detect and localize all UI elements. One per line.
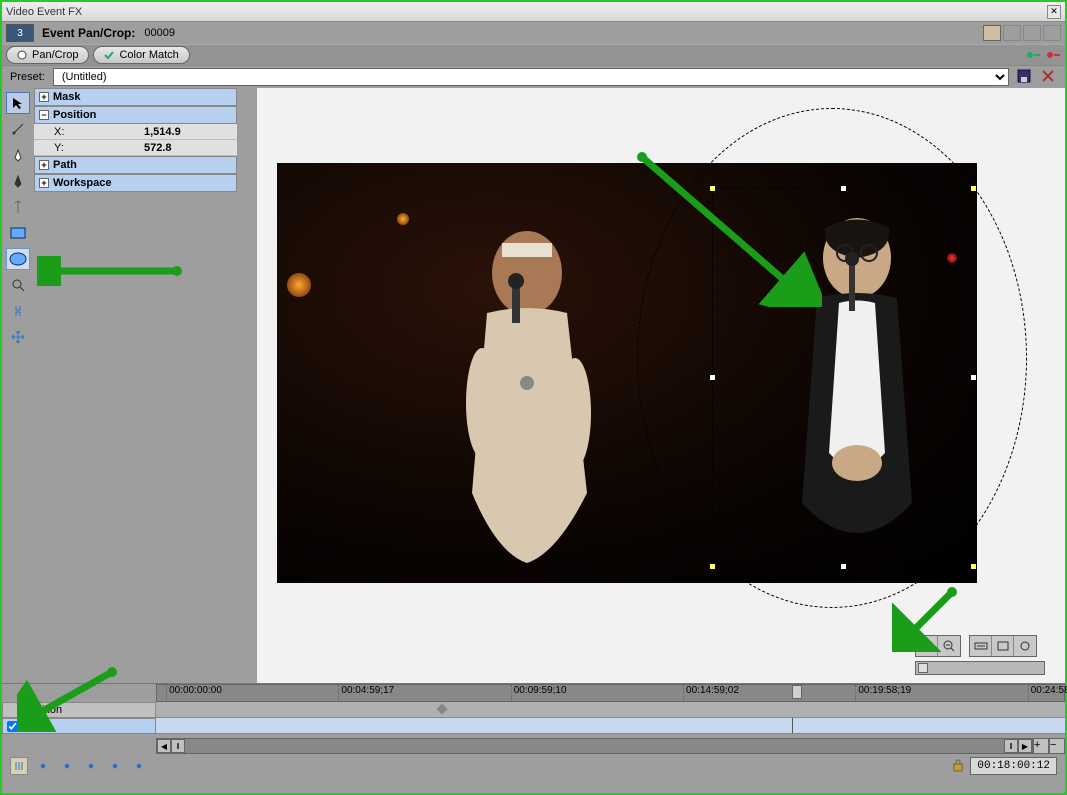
preset-label: Preset: [10, 71, 45, 83]
keyframe-icon[interactable] [436, 703, 447, 714]
split-tool[interactable] [6, 196, 30, 218]
position-track[interactable] [156, 702, 1065, 718]
chain-add-icon[interactable] [1025, 47, 1041, 63]
delete-preset-icon[interactable] [1041, 69, 1057, 85]
scroll-left-button[interactable]: ◀ [157, 739, 171, 753]
track-mask-checkbox[interactable] [7, 721, 18, 732]
timeline-nav: 00:18:00:12 [2, 754, 1065, 778]
prop-y-row[interactable]: Y:572.8 [34, 140, 237, 156]
prev-keyframe-button[interactable] [58, 757, 76, 775]
fit-both-button[interactable] [992, 636, 1014, 656]
main-area: +Mask −Position X:1,514.9 Y:572.8 +Path … [2, 88, 1065, 683]
fit-group [969, 635, 1037, 657]
ruler-tick: 00:00:00:00 [166, 685, 222, 701]
sync-cursor-button[interactable] [10, 757, 28, 775]
timeline-scrollbar: ◀ ‖ ‖ ▶ + − [2, 738, 1065, 754]
titlebar[interactable]: Video Event FX ✕ [2, 2, 1065, 22]
ruler-tick: 00:19:58;19 [855, 685, 911, 701]
zoom-plus-button[interactable]: + [1033, 738, 1049, 754]
scroll-right-button[interactable]: ▶ [1018, 739, 1032, 753]
last-keyframe-button[interactable] [130, 757, 148, 775]
zoom-minus-button[interactable]: − [1049, 738, 1065, 754]
properties-panel: +Mask −Position X:1,514.9 Y:572.8 +Path … [34, 88, 237, 683]
performer-left [417, 213, 637, 573]
pointer-tool[interactable] [6, 92, 30, 114]
fx-chain-row: Pan/Crop Color Match [2, 44, 1065, 66]
zoom-slider[interactable] [915, 661, 1045, 675]
chain-pan-crop[interactable]: Pan/Crop [6, 46, 89, 64]
prop-workspace-header[interactable]: +Workspace [34, 174, 237, 192]
next-keyframe-button[interactable] [106, 757, 124, 775]
event-number-box[interactable]: 3 [6, 24, 34, 42]
header-title: Event Pan/Crop: [42, 26, 135, 40]
snap-tool[interactable] [6, 300, 30, 322]
prop-mask-header[interactable]: +Mask [34, 88, 237, 106]
view-mode-3[interactable] [1023, 25, 1041, 41]
tool-column [2, 88, 34, 683]
ruler-tick: 00:04:59;17 [338, 685, 394, 701]
scroll-left2-button[interactable]: ‖ [171, 739, 185, 753]
video-frame [277, 163, 977, 583]
timeline-ruler[interactable]: 00:00:00:00 00:04:59;17 00:09:59;10 00:1… [156, 684, 1065, 702]
scroll-right2-button[interactable]: ‖ [1004, 739, 1018, 753]
track-position[interactable]: Position [2, 702, 156, 718]
chain-color-match-label: Color Match [119, 49, 178, 61]
view-mode-2[interactable] [1003, 25, 1021, 41]
timecode-display[interactable]: 00:18:00:12 [970, 757, 1057, 775]
track-mask[interactable]: Mask [2, 718, 156, 734]
zoom-slider-thumb[interactable] [918, 663, 928, 673]
header-bar: 3 Event Pan/Crop: 00009 [2, 22, 1065, 44]
move-tool[interactable] [6, 326, 30, 348]
first-keyframe-button[interactable] [34, 757, 52, 775]
preset-row: Preset: (Untitled) [2, 66, 1065, 88]
canvas-area[interactable] [237, 88, 1065, 683]
stage-light [397, 213, 409, 225]
fit-full-button[interactable] [1014, 636, 1036, 656]
zoom-group [915, 635, 961, 657]
fit-width-button[interactable] [970, 636, 992, 656]
lock-icon[interactable] [952, 758, 964, 775]
canvas-background [257, 88, 1065, 683]
close-icon[interactable]: ✕ [1047, 5, 1061, 19]
chain-color-match[interactable]: Color Match [93, 46, 189, 64]
chain-remove-icon[interactable] [1045, 47, 1061, 63]
timeline-panel: 00:00:00:00 00:04:59;17 00:09:59;10 00:1… [2, 683, 1065, 793]
canvas-tools [915, 635, 1045, 675]
rectangle-mask-tool[interactable] [6, 222, 30, 244]
add-keyframe-button[interactable] [82, 757, 100, 775]
cursor-line [792, 718, 793, 733]
mask-track[interactable] [156, 718, 1065, 734]
ruler-tick: 00:14:59;02 [683, 685, 739, 701]
prop-x-row[interactable]: X:1,514.9 [34, 124, 237, 140]
view-mode-1[interactable] [983, 25, 1001, 41]
preset-select[interactable]: (Untitled) [53, 68, 1009, 86]
anchor-tool[interactable] [6, 118, 30, 140]
stage-light [287, 273, 311, 297]
video-event-fx-window: Video Event FX ✕ 3 Event Pan/Crop: 00009… [0, 0, 1067, 795]
pen-remove-tool[interactable] [6, 170, 30, 192]
performer-right [757, 203, 957, 573]
save-preset-icon[interactable] [1017, 69, 1033, 85]
zoom-in-button[interactable] [916, 636, 938, 656]
prop-position-header[interactable]: −Position [34, 106, 237, 124]
zoom-out-button[interactable] [938, 636, 960, 656]
chain-pan-crop-label: Pan/Crop [32, 49, 78, 61]
window-title: Video Event FX [6, 6, 82, 18]
ruler-tick: 00:24:58;12 [1028, 685, 1067, 701]
event-id: 00009 [141, 27, 175, 39]
oval-mask-tool[interactable] [6, 248, 30, 270]
ruler-tick: 00:09:59;10 [511, 685, 567, 701]
timeline-cursor[interactable] [792, 685, 802, 699]
prop-path-header[interactable]: +Path [34, 156, 237, 174]
view-mode-4[interactable] [1043, 25, 1061, 41]
zoom-tool[interactable] [6, 274, 30, 296]
pen-add-tool[interactable] [6, 144, 30, 166]
